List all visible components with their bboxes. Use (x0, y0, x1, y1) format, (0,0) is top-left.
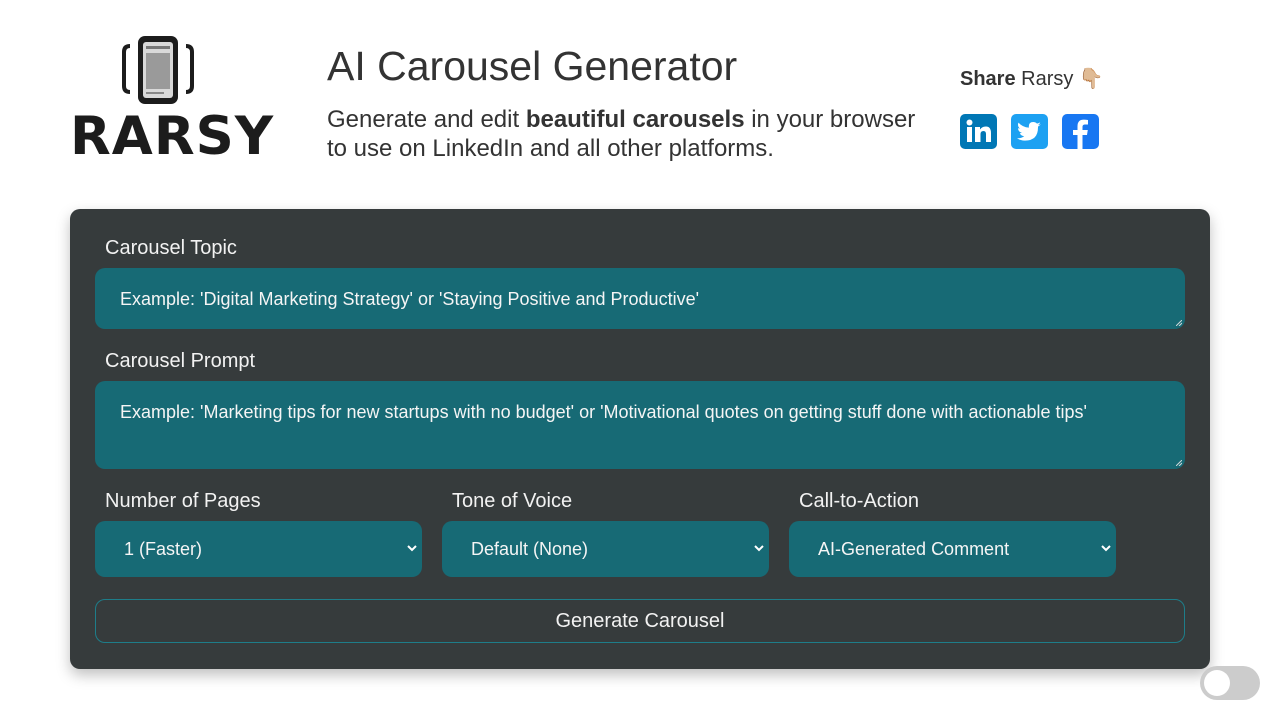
pages-label: Number of Pages (105, 490, 261, 512)
linkedin-icon[interactable] (960, 114, 997, 149)
topic-input[interactable]: Example: 'Digital Marketing Strategy' or… (95, 268, 1185, 329)
logo: RARSY (70, 34, 273, 164)
toggle-knob (1204, 670, 1230, 696)
theme-toggle[interactable] (1200, 666, 1260, 700)
prompt-label: Carousel Prompt (105, 350, 256, 372)
prompt-placeholder: Example: 'Marketing tips for new startup… (120, 402, 1087, 422)
phone-icon (122, 36, 194, 104)
pages-select[interactable]: 1 (Faster) (95, 521, 422, 577)
resize-handle-icon[interactable] (1176, 460, 1182, 466)
social-share-links (960, 114, 1099, 149)
topic-placeholder: Example: 'Digital Marketing Strategy' or… (120, 289, 700, 309)
cta-select-value: AI-Generated Comment (818, 539, 1010, 559)
topic-label: Carousel Topic (105, 237, 237, 259)
generator-form: Carousel Topic Example: 'Digital Marketi… (70, 209, 1210, 669)
page-subtitle: Generate and edit beautiful carousels in… (327, 106, 916, 162)
chevron-down-icon (1101, 545, 1111, 552)
generate-carousel-button[interactable]: Generate Carousel (95, 599, 1185, 643)
twitter-icon[interactable] (1011, 114, 1048, 149)
share-label: Share Rarsy 👇🏼 (960, 68, 1104, 90)
prompt-textarea[interactable]: Example: 'Marketing tips for new startup… (95, 381, 1185, 469)
tone-label: Tone of Voice (452, 490, 573, 512)
logo-text: RARSY (70, 106, 275, 167)
pages-select-value: 1 (Faster) (124, 539, 203, 559)
resize-handle-icon[interactable] (1176, 320, 1182, 326)
page-title: AI Carousel Generator (327, 43, 738, 89)
cta-select[interactable]: AI-Generated Comment (789, 521, 1116, 577)
facebook-icon[interactable] (1062, 114, 1099, 149)
tone-select-value: Default (None) (471, 539, 589, 559)
chevron-down-icon (407, 545, 417, 552)
cta-label: Call-to-Action (799, 490, 920, 512)
chevron-down-icon (754, 545, 764, 552)
tone-select[interactable]: Default (None) (442, 521, 769, 577)
